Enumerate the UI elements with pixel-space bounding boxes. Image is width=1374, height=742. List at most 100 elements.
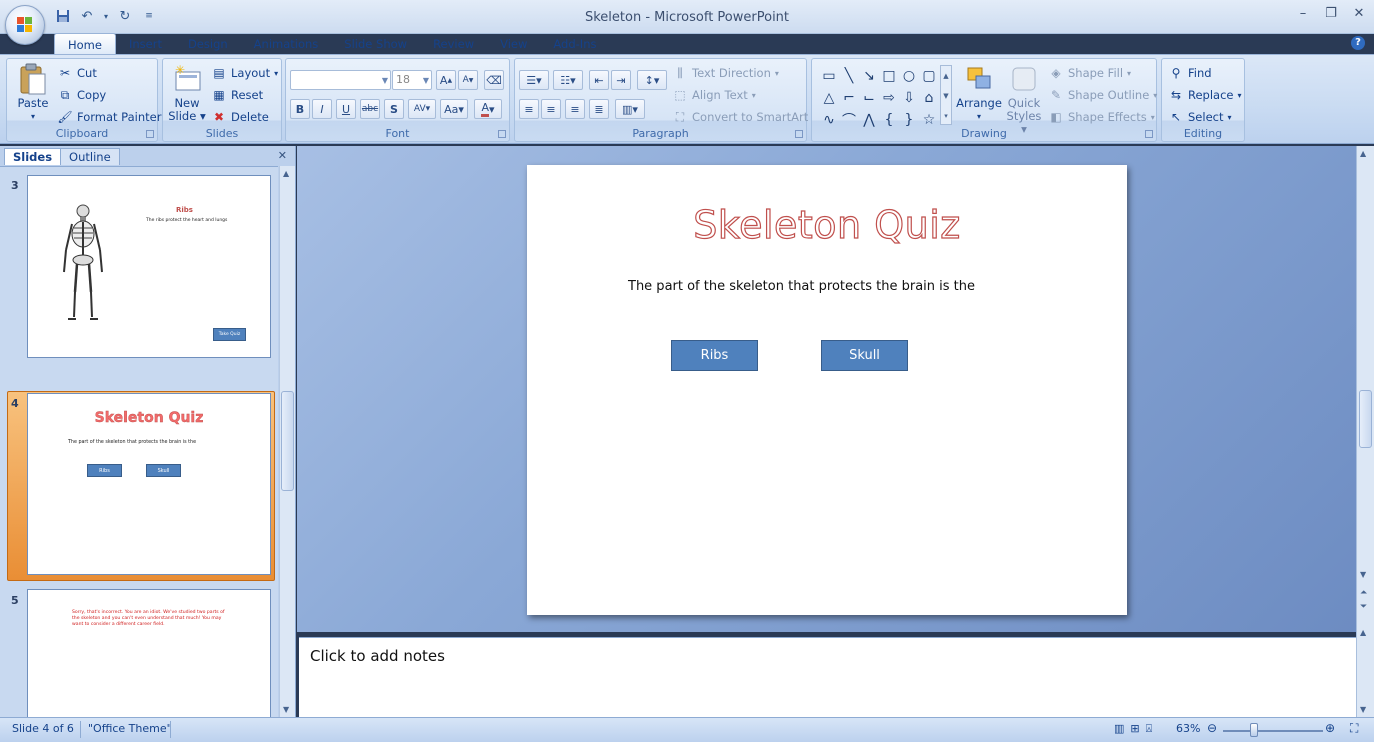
bullets-button[interactable]: ☰▾ — [519, 70, 549, 90]
font-size-input[interactable]: 18 ▼ — [392, 70, 432, 90]
next-slide-icon[interactable]: ⏷ — [1360, 602, 1367, 612]
text-direction-button[interactable]: ⫼ Text Direction ▾ — [672, 65, 779, 81]
line-shape-icon[interactable]: ╲ — [840, 67, 858, 85]
align-left-button[interactable]: ≡ — [519, 99, 539, 119]
tab-slide-show[interactable]: Slide Show — [331, 33, 420, 55]
new-slide-button[interactable]: ✳ New Slide ▾ — [167, 63, 207, 123]
elbow-connector-icon[interactable]: ⌐ — [840, 89, 858, 107]
fit-to-window-icon[interactable]: ⛶ — [1350, 721, 1358, 736]
shape-fill-button[interactable]: ◈ Shape Fill ▾ — [1048, 65, 1131, 81]
grow-font-button[interactable]: A ▲ — [436, 70, 456, 90]
scrollbar-thumb[interactable] — [281, 391, 294, 491]
rectangle-shape-icon[interactable]: □ — [880, 67, 898, 85]
drawing-dialog-launcher[interactable] — [1145, 130, 1153, 138]
slide-scrollbar[interactable]: ▲ ▼ ⏶ ⏷ ▲ ▼ — [1356, 146, 1374, 717]
format-painter-button[interactable]: 🖌 Format Painter — [57, 109, 161, 125]
numbering-button[interactable]: ☷▾ — [553, 70, 583, 90]
office-button[interactable] — [5, 5, 45, 45]
normal-view-icon[interactable]: ▥ — [1114, 722, 1124, 736]
align-right-button[interactable]: ≡ — [565, 99, 585, 119]
italic-button[interactable]: I — [312, 99, 332, 119]
quick-styles-button[interactable]: Quick Styles ▾ — [1004, 63, 1044, 136]
replace-button[interactable]: ⇆ Replace ▾ — [1168, 87, 1242, 103]
down-arrow-shape-icon[interactable]: ⇩ — [900, 89, 918, 107]
previous-slide-icon[interactable]: ⏶ — [1360, 588, 1367, 598]
strikethrough-button[interactable]: abc — [360, 99, 380, 119]
tab-outline[interactable]: Outline — [60, 148, 120, 165]
shapes-gallery[interactable]: ▭ ╲ ↘ □ ○ ▢ △ ⌐ ⌙ ⇨ ⇩ ⌂ ∿ ⌒ ⋀ { } ☆ — [820, 67, 940, 129]
slide-show-icon[interactable]: ⍓ — [1146, 722, 1153, 736]
convert-smartart-button[interactable]: ⛶Convert to SmartArt▾ — [672, 109, 816, 125]
minimize-button[interactable]: – — [1296, 6, 1310, 22]
arrow-line-shape-icon[interactable]: ↘ — [860, 67, 878, 85]
notes-placeholder[interactable]: Click to add notes — [310, 647, 445, 665]
align-center-button[interactable]: ≡ — [541, 99, 561, 119]
align-text-button[interactable]: ⬚ Align Text ▾ — [672, 87, 755, 103]
paragraph-dialog-launcher[interactable] — [795, 130, 803, 138]
underline-button[interactable]: U — [336, 99, 356, 119]
clipboard-dialog-launcher[interactable] — [146, 130, 154, 138]
current-slide[interactable]: Skeleton Quiz The part of the skeleton t… — [527, 165, 1127, 615]
copy-button[interactable]: ⧉ Copy — [57, 87, 106, 103]
close-button[interactable]: ✕ — [1352, 6, 1366, 22]
bold-button[interactable]: B — [290, 99, 310, 119]
tab-insert[interactable]: Insert — [116, 33, 175, 55]
tab-slides[interactable]: Slides — [4, 148, 62, 165]
zoom-slider-knob[interactable] — [1250, 723, 1258, 737]
font-name-input[interactable]: ▼ — [290, 70, 391, 90]
scroll-down-icon[interactable]: ▼ — [1360, 570, 1366, 579]
tab-add-ins[interactable]: Add-Ins — [540, 33, 609, 55]
zoom-in-icon[interactable]: ⊕ — [1325, 721, 1335, 735]
zoom-slider[interactable] — [1223, 730, 1323, 732]
slide-thumbnail-5[interactable]: Sorry, that's incorrect. You are an idio… — [27, 589, 271, 717]
paste-button[interactable]: Paste ▾ — [13, 63, 53, 123]
shapes-gallery-scroll[interactable]: ▲ ▼ ▾ — [940, 65, 952, 125]
help-icon[interactable]: ? — [1351, 36, 1365, 50]
ribs-answer-button[interactable]: Ribs — [671, 340, 758, 371]
textbox-shape-icon[interactable]: ▭ — [820, 67, 838, 85]
reset-button[interactable]: ▦ Reset — [211, 87, 263, 103]
layout-button[interactable]: ▤ Layout ▾ — [211, 65, 278, 81]
font-color-button[interactable]: A ▾ — [474, 99, 502, 119]
slide-question[interactable]: The part of the skeleton that protects t… — [628, 279, 975, 294]
rounded-rect-shape-icon[interactable]: ▢ — [920, 67, 938, 85]
theme-status[interactable]: "Office Theme" — [88, 722, 172, 735]
delete-button[interactable]: ✖ Delete — [211, 109, 269, 125]
change-case-button[interactable]: Aa▾ — [440, 99, 468, 119]
select-button[interactable]: ↖ Select ▾ — [1168, 109, 1232, 125]
find-button[interactable]: ⚲ Find — [1168, 65, 1212, 81]
tab-home[interactable]: Home — [54, 33, 116, 55]
oval-shape-icon[interactable]: ○ — [900, 67, 918, 85]
scroll-up-icon[interactable]: ▲ — [1360, 149, 1366, 158]
close-icon[interactable]: ✕ — [278, 149, 287, 162]
shape-outline-button[interactable]: ✎ Shape Outline ▾ — [1048, 87, 1157, 103]
tab-design[interactable]: Design — [175, 33, 241, 55]
line-spacing-button[interactable]: ↕▾ — [637, 70, 667, 90]
font-dialog-launcher[interactable] — [498, 130, 506, 138]
arrange-button[interactable]: Arrange ▾ — [956, 63, 1002, 123]
scroll-down-icon[interactable]: ▼ — [283, 705, 289, 714]
shape-effects-button[interactable]: ◧ Shape Effects ▾ — [1048, 109, 1154, 125]
slide-thumbnail-3[interactable]: Ribs The ribs protect the heart and lung… — [27, 175, 271, 358]
clear-formatting-button[interactable]: ⌫ — [484, 70, 504, 90]
shrink-font-button[interactable]: A ▼ — [458, 70, 478, 90]
zoom-level[interactable]: 63% — [1176, 722, 1200, 735]
thumbnails-scrollbar[interactable]: ▲ ▼ — [279, 166, 295, 717]
zoom-out-icon[interactable]: ⊖ — [1207, 721, 1217, 735]
scroll-down-icon[interactable]: ▼ — [1360, 705, 1366, 714]
scrollbar-thumb[interactable] — [1359, 390, 1372, 448]
increase-indent-button[interactable]: ⇥ — [611, 70, 631, 90]
skull-answer-button[interactable]: Skull — [821, 340, 908, 371]
right-arrow-shape-icon[interactable]: ⇨ — [880, 89, 898, 107]
scroll-up-icon[interactable]: ▲ — [283, 169, 289, 178]
tab-animations[interactable]: Animations — [241, 33, 332, 55]
notes-pane[interactable]: Click to add notes — [299, 637, 1356, 717]
triangle-shape-icon[interactable]: △ — [820, 89, 838, 107]
char-spacing-button[interactable]: AV▾ — [408, 99, 436, 119]
tab-view[interactable]: View — [487, 33, 540, 55]
justify-button[interactable]: ≣ — [589, 99, 609, 119]
decrease-indent-button[interactable]: ⇤ — [589, 70, 609, 90]
restore-button[interactable]: ❐ — [1324, 6, 1338, 22]
elbow-arrow-icon[interactable]: ⌙ — [860, 89, 878, 107]
shadow-button[interactable]: S — [384, 99, 404, 119]
